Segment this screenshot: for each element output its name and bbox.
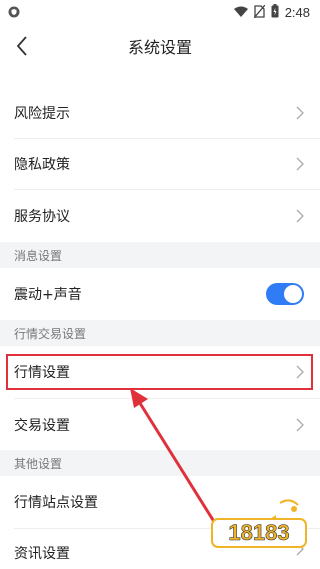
settings-item-label: 行情设置 (14, 365, 70, 381)
settings-item-privacy[interactable]: 隐私政策 (0, 139, 320, 189)
settings-item-label: 风险提示 (14, 106, 70, 122)
section-header-quote-trade: 行情交易设置 (0, 320, 320, 346)
chevron-right-icon (296, 106, 304, 120)
section-label: 其他设置 (14, 456, 63, 471)
chevron-right-icon (296, 542, 304, 556)
settings-item-news-settings[interactable]: 资讯设置 (0, 529, 320, 569)
vibration-toggle[interactable] (266, 283, 304, 305)
chevron-left-icon (16, 36, 28, 60)
settings-item-quote-sites[interactable]: 行情站点设置 (0, 476, 320, 528)
section-label: 消息设置 (14, 248, 63, 263)
shield-icon (8, 3, 20, 22)
page-title: 系统设置 (127, 38, 192, 57)
section-header-other: 其他设置 (0, 450, 320, 476)
chevron-right-icon (296, 418, 304, 431)
back-button[interactable] (8, 34, 36, 62)
chevron-right-icon (296, 209, 304, 223)
settings-item-vibration: 震动+声音 (0, 268, 320, 320)
wifi-icon (233, 3, 248, 22)
settings-item-risk[interactable]: 风险提示 (0, 88, 320, 138)
settings-item-quote-settings[interactable]: 行情设置 (0, 346, 320, 398)
settings-item-label: 资讯设置 (14, 546, 70, 562)
no-sim-icon (253, 3, 266, 22)
settings-item-label: 服务协议 (14, 209, 70, 225)
chevron-right-icon (296, 157, 304, 171)
settings-item-label: 隐私政策 (14, 157, 70, 173)
section-header-message: 消息设置 (0, 242, 320, 268)
status-bar: 2:48 (0, 0, 320, 24)
status-time: 2:48 (284, 4, 310, 20)
settings-item-label: 行情站点设置 (14, 495, 98, 511)
settings-item-label: 交易设置 (14, 417, 70, 434)
section-label: 行情交易设置 (14, 326, 87, 341)
battery-charging-icon (271, 3, 279, 22)
chevron-right-icon (296, 365, 304, 379)
header-bar: 系统设置 (0, 24, 320, 72)
settings-item-service[interactable]: 服务协议 (0, 190, 320, 242)
toggle-knob (284, 285, 302, 303)
settings-item-trade-settings[interactable]: 交易设置 (0, 399, 320, 450)
